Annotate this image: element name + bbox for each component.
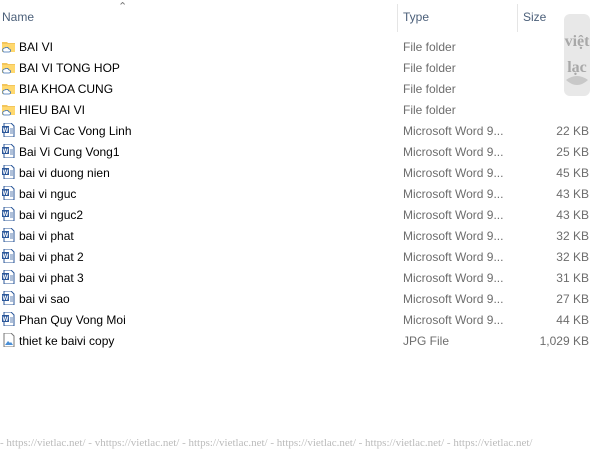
word-doc-icon: W xyxy=(2,269,15,285)
file-name: BAI VI xyxy=(19,40,54,54)
file-type: JPG File xyxy=(403,334,450,348)
file-size: 32 KB xyxy=(556,250,589,264)
file-size: 43 KB xyxy=(556,208,589,222)
file-name: HIEU BAI VI xyxy=(19,103,86,117)
file-name: bai vi duong nien xyxy=(19,166,110,180)
svg-text:W: W xyxy=(3,254,9,260)
file-row[interactable]: W bai vi nguc Microsoft Word 9... 43 KB xyxy=(0,183,610,204)
word-doc-icon: W xyxy=(2,122,15,138)
folder-icon xyxy=(2,39,15,53)
svg-text:W: W xyxy=(3,275,9,281)
file-row[interactable]: W bai vi phat Microsoft Word 9... 32 KB xyxy=(0,225,610,246)
word-doc-icon: W xyxy=(2,143,15,159)
file-type: File folder xyxy=(403,61,456,75)
folder-icon xyxy=(2,102,15,116)
file-name: BAI VI TONG HOP xyxy=(19,61,120,75)
file-row[interactable]: BIA KHOA CUNG File folder xyxy=(0,78,610,99)
word-doc-icon: W xyxy=(2,311,15,327)
file-name: bai vi nguc2 xyxy=(19,208,84,222)
word-doc-icon: W xyxy=(2,227,15,243)
file-size: 32 KB xyxy=(556,229,589,243)
file-row[interactable]: W bai vi phat 3 Microsoft Word 9... 31 K… xyxy=(0,267,610,288)
svg-text:W: W xyxy=(3,317,9,323)
folder-icon xyxy=(2,60,15,74)
svg-text:W: W xyxy=(3,233,9,239)
file-row[interactable]: BAI VI File folder xyxy=(0,36,610,57)
file-type: File folder xyxy=(403,40,456,54)
svg-text:W: W xyxy=(3,191,9,197)
file-size: 27 KB xyxy=(556,292,589,306)
file-type: File folder xyxy=(403,82,456,96)
file-name: bai vi phat xyxy=(19,229,74,243)
file-row[interactable]: W bai vi nguc2 Microsoft Word 9... 43 KB xyxy=(0,204,610,225)
svg-text:W: W xyxy=(3,170,9,176)
file-name: bai vi nguc xyxy=(19,187,77,201)
file-row[interactable]: W bai vi duong nien Microsoft Word 9... … xyxy=(0,162,610,183)
column-divider[interactable] xyxy=(397,4,398,32)
column-type-header[interactable]: Type xyxy=(403,10,429,24)
word-doc-icon: W xyxy=(2,248,15,264)
file-type: Microsoft Word 9... xyxy=(403,250,504,264)
word-doc-icon: W xyxy=(2,206,15,222)
file-type: Microsoft Word 9... xyxy=(403,208,504,222)
file-type: Microsoft Word 9... xyxy=(403,145,504,159)
file-name: BIA KHOA CUNG xyxy=(19,82,114,96)
file-row[interactable]: W bai vi sao Microsoft Word 9... 27 KB xyxy=(0,288,610,309)
file-size: 44 KB xyxy=(556,313,589,327)
file-type: Microsoft Word 9... xyxy=(403,271,504,285)
svg-text:W: W xyxy=(3,149,9,155)
svg-text:W: W xyxy=(3,296,9,302)
file-name: Phan Quy Vong Moi xyxy=(19,313,126,327)
file-list: BAI VI File folder BAI VI TONG HOP File … xyxy=(0,36,610,351)
file-name: bai vi sao xyxy=(19,292,70,306)
file-size: 25 KB xyxy=(556,145,589,159)
file-type: Microsoft Word 9... xyxy=(403,229,504,243)
file-name: Bai Vi Cung Vong1 xyxy=(19,145,120,159)
column-name-header[interactable]: Name xyxy=(2,10,34,24)
file-size: 43 KB xyxy=(556,187,589,201)
word-doc-icon: W xyxy=(2,164,15,180)
file-name: Bai Vi Cac Vong Linh xyxy=(19,124,132,138)
file-size: 1,029 KB xyxy=(539,334,589,348)
file-name: thiet ke baivi copy xyxy=(19,334,115,348)
file-type: Microsoft Word 9... xyxy=(403,292,504,306)
file-size: 31 KB xyxy=(556,271,589,285)
file-name: bai vi phat 2 xyxy=(19,250,84,264)
file-size: 45 KB xyxy=(556,166,589,180)
file-type: Microsoft Word 9... xyxy=(403,187,504,201)
sort-ascending-icon: ⌃ xyxy=(118,1,128,13)
folder-icon xyxy=(2,81,15,95)
word-doc-icon: W xyxy=(2,290,15,306)
file-row[interactable]: W bai vi phat 2 Microsoft Word 9... 32 K… xyxy=(0,246,610,267)
watermark-text: - https://vietlac.net/ - vhttps://vietla… xyxy=(0,437,533,449)
svg-text:W: W xyxy=(3,212,9,218)
file-row[interactable]: W Bai Vi Cac Vong Linh Microsoft Word 9.… xyxy=(0,120,610,141)
file-row[interactable]: HIEU BAI VI File folder xyxy=(0,99,610,120)
image-file-icon xyxy=(2,332,15,348)
word-doc-icon: W xyxy=(2,185,15,201)
file-name: bai vi phat 3 xyxy=(19,271,84,285)
file-row[interactable]: W Phan Quy Vong Moi Microsoft Word 9... … xyxy=(0,309,610,330)
file-type: Microsoft Word 9... xyxy=(403,166,504,180)
file-row[interactable]: BAI VI TONG HOP File folder xyxy=(0,57,610,78)
file-row[interactable]: thiet ke baivi copy JPG File 1,029 KB xyxy=(0,330,610,351)
svg-text:W: W xyxy=(3,128,9,134)
file-row[interactable]: W Bai Vi Cung Vong1 Microsoft Word 9... … xyxy=(0,141,610,162)
column-header: ⌃ Name Type Size xyxy=(0,0,610,34)
file-size: 22 KB xyxy=(556,124,589,138)
file-type: File folder xyxy=(403,103,456,117)
file-type: Microsoft Word 9... xyxy=(403,124,504,138)
file-type: Microsoft Word 9... xyxy=(403,313,504,327)
column-size-header[interactable]: Size xyxy=(523,10,546,24)
column-divider[interactable] xyxy=(517,4,518,32)
